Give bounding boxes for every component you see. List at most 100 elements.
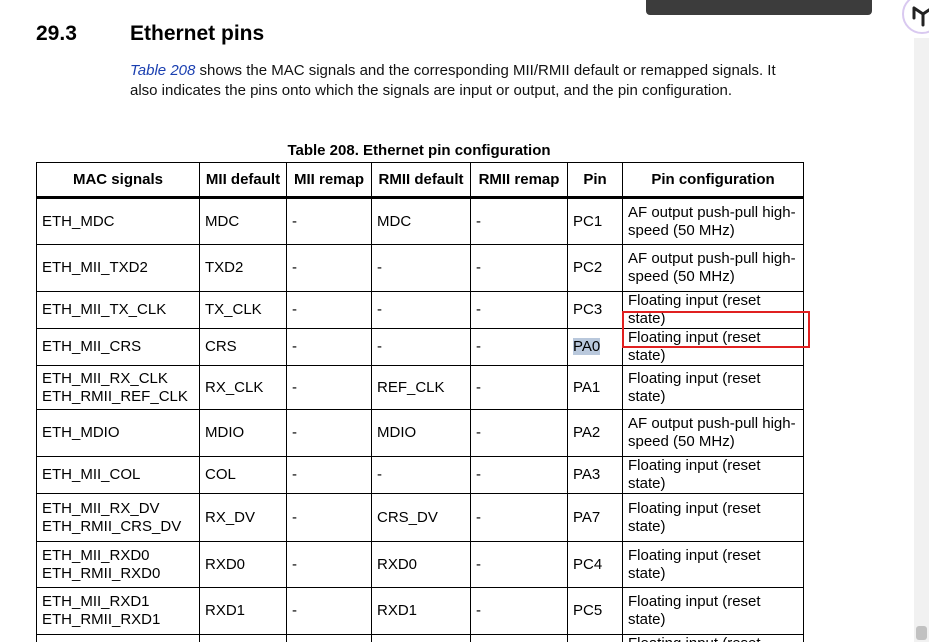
column-header: Pin configuration [622, 162, 804, 198]
mac-signal-cell: ETH_MII_RX_DV ETH_RMII_CRS_DV [36, 493, 200, 542]
rmii-remap-cell-text: - [476, 378, 481, 396]
rmii-default-cell: MDIO [371, 409, 471, 457]
mac-signal-cell-text: ETH_MII_RX_CLK [42, 369, 168, 387]
mii-remap-cell: - [286, 291, 372, 329]
table-caption: Table 208. Ethernet pin configuration [287, 142, 551, 159]
mii-remap-cell-text: - [292, 301, 297, 318]
mii-default-cell: RXD2 [199, 634, 287, 642]
mii-default-cell: MDIO [199, 409, 287, 457]
pin-cell-text: PC2 [573, 259, 603, 276]
mac-signal-cell-text: ETH_MII_COL [42, 466, 141, 483]
rmii-default-cell: - [371, 244, 471, 292]
pin-config-cell: AF output push-pull high-speed (50 MHz) [622, 244, 804, 292]
pin-cell: PA3 [567, 456, 623, 494]
mii-default-cell-text: COL [205, 466, 236, 483]
table-row: ETH_MII_RX_DV ETH_RMII_CRS_DV RX_DV - CRS_DV… [36, 493, 804, 542]
table-reference-link[interactable]: Table 208 [130, 62, 195, 79]
pin-config-cell-text: Floating input (reset state) [628, 593, 761, 628]
app-logo-icon[interactable] [902, 0, 929, 34]
highlight-annotation-box [622, 311, 810, 348]
mii-default-cell: RX_DV [199, 493, 287, 542]
rmii-default-cell-text: - [377, 259, 382, 276]
pin-cell: PA7 [567, 493, 623, 542]
table-header-row: MAC signals MII default MII remap RMII d… [36, 162, 804, 198]
mac-signal-cell: ETH_MII_TXD2 [36, 244, 200, 292]
column-header: RMII default [371, 162, 471, 198]
rmii-remap-cell: - [470, 456, 568, 494]
table-row: ETH_MII_COL COL - - - PA3 Floating input (rese… [36, 456, 804, 494]
mii-default-cell: COL [199, 456, 287, 494]
mii-default-cell-text: MDC [205, 212, 240, 230]
mac-signal-cell-text: ETH_MDC [42, 212, 115, 230]
rmii-remap-cell-text: - [476, 424, 481, 441]
rmii-default-cell: CRS_DV [371, 493, 471, 542]
mii-remap-cell: - [286, 493, 372, 542]
viewer-toolbar[interactable] [646, 0, 872, 15]
selected-pin-text[interactable]: PA0 [573, 338, 601, 355]
mac-signal-cell: ETH_MII_TX_CLK [36, 291, 200, 329]
mii-default-cell: RX_CLK [199, 365, 287, 410]
rmii-default-cell-text: MDIO [377, 424, 417, 441]
rmii-remap-cell: - [470, 587, 568, 635]
table-row: ETH_MII_RXD2RXD2---PB0Floating input (re… [36, 634, 804, 642]
column-header: Pin [567, 162, 623, 198]
pin-cell: PA1 [567, 365, 623, 410]
mii-remap-cell: - [286, 244, 372, 292]
mii-remap-cell: - [286, 634, 372, 642]
rmii-remap-cell: - [470, 541, 568, 588]
rmii-remap-cell-text: - [476, 259, 481, 276]
mii-remap-cell: - [286, 409, 372, 457]
pin-cell-text: PC5 [573, 602, 603, 619]
mii-remap-cell-text: - [292, 602, 297, 619]
mii-default-cell-text: CRS [205, 338, 237, 355]
mac-signal-cell-text: ETH_MII_TX_CLK [42, 301, 167, 318]
mii-remap-cell-text: - [292, 338, 297, 355]
rmii-remap-cell: - [470, 634, 568, 642]
table-row: ETH_MII_RXD1 ETH_RMII_RXD1 RXD1 - RXD1 - PC5 Fl… [36, 587, 804, 635]
rmii-default-cell: - [371, 634, 471, 642]
pin-cell: PC2 [567, 244, 623, 292]
mii-remap-cell-text: - [292, 466, 297, 483]
rmii-default-cell: - [371, 456, 471, 494]
pin-config-cell-text: Floating input (reset state) [628, 457, 761, 493]
pin-cell: PB0 [567, 634, 623, 642]
mac-signal-cell: ETH_MDIO [36, 409, 200, 457]
mii-remap-cell: - [286, 328, 372, 366]
vertical-scrollbar[interactable] [914, 38, 929, 642]
rmii-remap-cell: - [470, 493, 568, 542]
pin-config-cell: AF output push-pull high-speed (50 MHz) [622, 409, 804, 457]
pin-config-cell-text: AF output push-pull high-speed (50 MHz) [628, 250, 796, 285]
rmii-default-cell-text: RXD0 [377, 555, 418, 573]
pin-cell-text: PC4 [573, 555, 603, 573]
table-row: ETH_MII_RXD0 ETH_RMII_RXD0 RXD0 - RXD0 - PC4 Fl… [36, 541, 804, 588]
pin-cell-text: PC3 [573, 301, 603, 318]
column-header: MII remap [286, 162, 372, 198]
pin-config-cell: Floating input (reset state) [622, 587, 804, 635]
mac-signal-cell: ETH_MII_RXD1 ETH_RMII_RXD1 [36, 587, 200, 635]
mii-default-cell-text: RXD0 [205, 555, 246, 573]
pin-config-cell: Floating input (reset state) [622, 456, 804, 494]
intro-text: shows the MAC signals and the correspond… [130, 62, 776, 99]
rmii-default-cell-text: - [377, 338, 382, 355]
mac-signal-cell: ETH_MII_RXD2 [36, 634, 200, 642]
mii-remap-cell: - [286, 587, 372, 635]
mii-default-cell: MDC [199, 197, 287, 245]
pin-config-cell-text: AF output push-pull high-speed (50 MHz) [628, 203, 796, 239]
mii-remap-cell: - [286, 541, 372, 588]
mac-signal-cell: ETH_MII_CRS [36, 328, 200, 366]
mii-default-cell-text: TX_CLK [205, 301, 262, 318]
mii-remap-cell-text: - [292, 212, 297, 230]
mac-signal-cell-text: ETH_RMII_CRS_DV [42, 517, 182, 535]
pin-cell: PA2 [567, 409, 623, 457]
scrollbar-thumb[interactable] [916, 626, 927, 640]
mac-signal-cell-text: ETH_RMII_REF_CLK [42, 387, 188, 405]
pin-config-cell: Floating input (reset state) [622, 634, 804, 642]
mac-signal-cell: ETH_MII_RXD0 ETH_RMII_RXD0 [36, 541, 200, 588]
mac-signal-cell-text: ETH_MDIO [42, 424, 120, 441]
section-number: 29.3 [36, 22, 77, 45]
mac-signal-cell-text: ETH_MII_RXD1 [42, 593, 150, 610]
pin-config-cell: Floating input (reset state) [622, 365, 804, 410]
mii-default-cell-text: TXD2 [205, 259, 244, 276]
mac-signal-cell-text: ETH_MII_RX_DV [42, 499, 160, 517]
pin-config-cell: Floating input (reset state) [622, 541, 804, 588]
